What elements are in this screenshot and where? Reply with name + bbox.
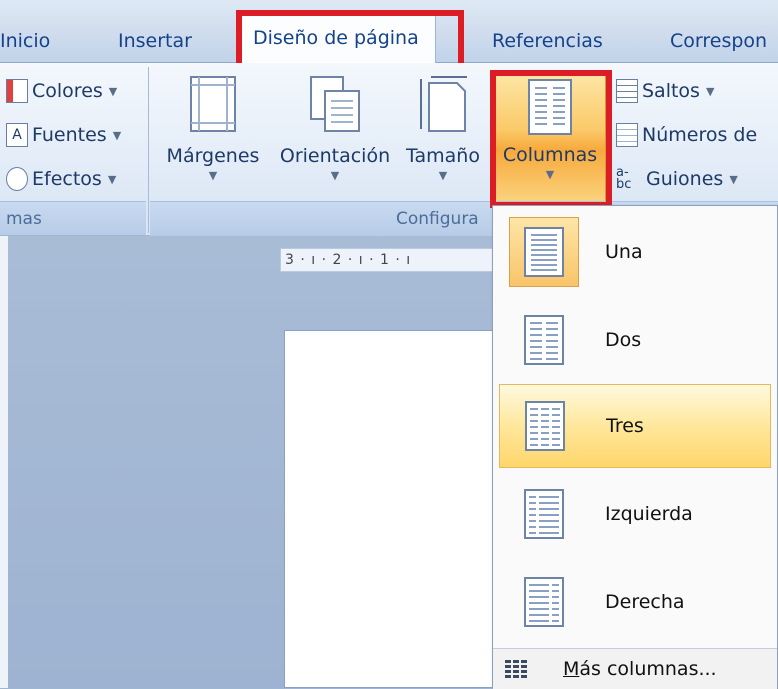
two-columns-icon [509, 305, 579, 375]
tab-referencias[interactable]: Referencias [492, 30, 603, 52]
chevron-down-icon: ▼ [705, 84, 715, 98]
columns-option-label: Tres [606, 415, 644, 437]
orientation-icon [310, 76, 360, 132]
tab-diseno-de-pagina[interactable]: Diseño de página [236, 12, 436, 63]
orientacion-button[interactable]: Orientación ▼ [272, 75, 398, 182]
guiones-button[interactable]: a-bc Guiones ▼ [616, 161, 738, 197]
tab-correspondencia[interactable]: Correspon [670, 30, 767, 52]
efectos-label: Efectos [32, 168, 102, 190]
columns-option-label: Una [605, 241, 643, 263]
columns-dropdown-menu: Una Dos Tres Izquierda Derecha Más colum… [492, 205, 778, 689]
chevron-down-icon: ▼ [208, 169, 218, 182]
theme-colors-icon [6, 79, 28, 103]
columns-option-derecha[interactable]: Derecha [499, 560, 771, 644]
guiones-label: Guiones [646, 168, 724, 190]
chevron-down-icon: ▼ [545, 168, 555, 181]
columnas-button[interactable]: Columnas ▼ [494, 71, 606, 203]
colores-label: Colores [32, 80, 103, 102]
ribbon-tab-bar: Inicio Insertar Diseño de página Referen… [0, 0, 778, 63]
margins-icon [190, 76, 236, 132]
more-columns-label: Más columnas... [563, 658, 717, 680]
tab-insertar[interactable]: Insertar [118, 30, 192, 52]
saltos-label: Saltos [642, 80, 700, 102]
columns-option-label: Derecha [605, 591, 685, 613]
chevron-down-icon: ▼ [330, 169, 340, 182]
one-column-icon [509, 217, 579, 287]
chevron-down-icon: ▼ [108, 84, 118, 98]
fuentes-button[interactable]: A Fuentes ▼ [6, 117, 121, 153]
columns-option-dos[interactable]: Dos [499, 298, 771, 382]
fuentes-label: Fuentes [32, 124, 107, 146]
columns-option-label: Izquierda [605, 503, 693, 525]
themes-group-title: mas [0, 201, 146, 235]
breaks-icon [616, 79, 638, 103]
tamano-label: Tamaño [406, 145, 480, 167]
efectos-button[interactable]: Efectos ▼ [6, 161, 116, 197]
horizontal-ruler[interactable]: 3 · ı · 2 · ı · 1 · ı [280, 248, 510, 272]
colores-button[interactable]: Colores ▼ [6, 73, 117, 109]
columns-option-label: Dos [605, 329, 642, 351]
saltos-button[interactable]: Saltos ▼ [616, 73, 714, 109]
theme-effects-icon [6, 167, 28, 191]
group-separator [148, 67, 149, 233]
margenes-button[interactable]: Márgenes ▼ [160, 75, 266, 182]
page-setup-group-title-text: Configura [396, 209, 479, 229]
numeros-label: Números de [642, 124, 758, 146]
tamano-button[interactable]: Tamaño ▼ [402, 75, 484, 182]
hyphenation-icon: a-bc [616, 165, 632, 192]
document-page[interactable] [284, 330, 514, 688]
columns-grid-icon [505, 660, 527, 678]
chevron-down-icon: ▼ [112, 128, 122, 142]
chevron-down-icon: ▼ [107, 172, 117, 186]
chevron-down-icon: ▼ [438, 169, 448, 182]
left-strip [0, 236, 8, 688]
chevron-down-icon: ▼ [729, 172, 738, 186]
numeros-de-linea-button[interactable]: Números de [616, 117, 757, 153]
more-columns-item[interactable]: Más columnas... [493, 648, 777, 689]
columns-icon [528, 79, 572, 135]
columns-option-tres[interactable]: Tres [499, 384, 771, 468]
columns-option-izquierda[interactable]: Izquierda [499, 472, 771, 556]
columns-option-una[interactable]: Una [499, 210, 771, 294]
right-column-icon [509, 567, 579, 637]
tab-inicio[interactable]: Inicio [0, 30, 50, 52]
line-numbers-icon [616, 123, 638, 147]
left-column-icon [509, 479, 579, 549]
columnas-label: Columnas [502, 144, 598, 166]
margenes-label: Márgenes [166, 145, 260, 167]
page-size-icon [420, 76, 467, 132]
theme-fonts-icon: A [6, 123, 28, 147]
orientacion-label: Orientación [279, 145, 391, 167]
three-columns-icon [510, 391, 580, 461]
